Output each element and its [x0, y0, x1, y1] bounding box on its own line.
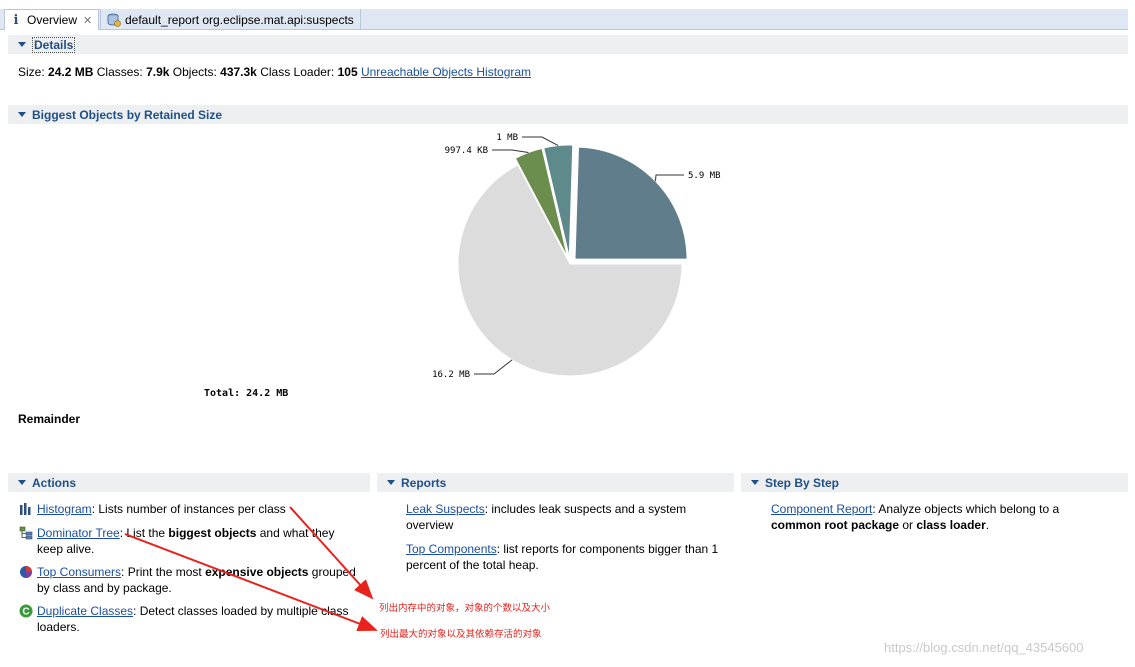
pie-leader-line-1 [522, 136, 559, 147]
pie-slice-label-3: 16.2 MB [432, 370, 470, 380]
reports-section-header[interactable]: Reports [377, 473, 734, 492]
pie-leader-line-3 [474, 359, 513, 375]
pie-total-label: Total: 24.2 MB [204, 388, 289, 399]
step-component-report: Component Report: Analyze objects which … [771, 502, 1060, 532]
remainder-label: Remainder [18, 412, 81, 426]
action-histogram: Histogram: Lists number of instances per… [37, 502, 286, 516]
leak-suspects-link[interactable]: Leak Suspects [406, 502, 485, 516]
top-consumers-icon [20, 566, 32, 578]
biggest-objects-section-header[interactable]: Biggest Objects by Retained Size [8, 105, 1128, 124]
pie-slice-label-1: 1 MB [496, 133, 518, 143]
editor-tab-bar: i Overview ✕ default_report org.eclipse.… [0, 0, 1135, 32]
annotation-note-histogram: 列出内存中的对象，对象的个数以及大小 [379, 603, 551, 614]
step-by-step-section-header[interactable]: Step By Step [741, 473, 1128, 492]
dominator-tree-link[interactable]: Dominator Tree [37, 526, 120, 540]
classes-value: 7.9k [146, 65, 170, 79]
tab-default-report[interactable]: default_report org.eclipse.mat.api:suspe… [100, 9, 361, 30]
pie-slice-label-0: 5.9 MB [688, 171, 721, 181]
unreachable-objects-histogram-link[interactable]: Unreachable Objects Histogram [361, 65, 531, 79]
report-leak-suspects: Leak Suspects: includes leak suspects an… [406, 502, 687, 532]
pie-leader-line-0 [654, 174, 684, 182]
reports-title: Reports [401, 475, 447, 490]
duplicate-classes-icon: C [19, 604, 33, 618]
actions-title: Actions [32, 475, 77, 490]
action-duplicate-classes: Duplicate Classes: Detect classes loaded… [37, 604, 349, 634]
dominator-tree-icon [19, 526, 33, 540]
collapse-triangle-icon[interactable] [18, 112, 26, 117]
pie-slice-0[interactable] [574, 146, 688, 260]
action-dominator-tree: Dominator Tree: List the biggest objects… [37, 526, 335, 556]
classloader-value: 105 [337, 65, 358, 79]
database-icon [107, 13, 121, 27]
details-title: Details [32, 36, 76, 53]
duplicate-classes-link[interactable]: Duplicate Classes [37, 604, 133, 618]
svg-text:C: C [22, 607, 29, 618]
pie-leader-line-2 [492, 149, 529, 154]
histogram-icon [20, 503, 31, 515]
collapse-triangle-icon[interactable] [751, 480, 759, 485]
actions-section-header[interactable]: Actions [8, 473, 370, 492]
component-report-link[interactable]: Component Report [771, 502, 872, 516]
size-value: 24.2 MB [48, 65, 94, 79]
collapse-triangle-icon[interactable] [18, 480, 26, 485]
step-by-step-title: Step By Step [765, 475, 840, 490]
action-top-consumers: Top Consumers: Print the most expensive … [37, 565, 356, 595]
retained-size-pie-chart[interactable]: 5.9 MB 1 MB 997.4 KB 16.2 MB [0, 128, 1135, 398]
biggest-objects-title: Biggest Objects by Retained Size [32, 107, 223, 122]
tab-overview-label: Overview [27, 13, 78, 27]
collapse-triangle-icon[interactable] [18, 42, 26, 47]
details-section-header[interactable]: Details [8, 35, 1128, 54]
annotation-note-dominator: 列出最大的对象以及其依赖存活的对象 [380, 629, 542, 640]
report-top-components: Top Components: list reports for compone… [406, 542, 719, 572]
close-icon[interactable]: ✕ [83, 14, 92, 27]
pie-slice-label-2: 997.4 KB [445, 146, 488, 156]
watermark: https://blog.csdn.net/qq_43545600 [884, 640, 1084, 655]
histogram-link[interactable]: Histogram [37, 502, 92, 516]
info-icon: i [13, 12, 19, 28]
details-summary: Size: 24.2 MB Classes: 7.9k Objects: 437… [18, 65, 532, 79]
objects-value: 437.3k [220, 65, 257, 79]
collapse-triangle-icon[interactable] [387, 480, 395, 485]
top-consumers-link[interactable]: Top Consumers [37, 565, 121, 579]
tab-default-report-label: default_report org.eclipse.mat.api:suspe… [125, 12, 354, 27]
tab-overview[interactable]: i Overview ✕ [4, 9, 100, 30]
top-components-link[interactable]: Top Components [406, 542, 497, 556]
